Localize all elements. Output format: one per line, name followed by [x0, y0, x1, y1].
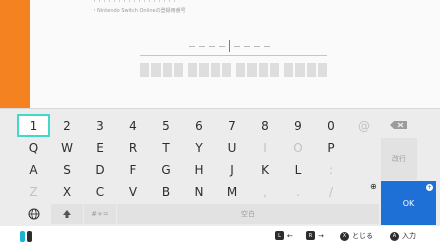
code-boxes: [140, 63, 327, 77]
key-3[interactable]: 3: [84, 114, 116, 137]
key-h[interactable]: H: [183, 158, 215, 181]
hint-input[interactable]: A 入力: [390, 231, 416, 241]
input-area: ・・・・・・・・・・・・・・・・・ ・Nintendo Switch Onlin…: [30, 0, 440, 108]
joycon-icon: [20, 231, 32, 242]
a-button-icon: A: [390, 231, 399, 241]
key-j[interactable]: J: [216, 158, 248, 181]
key-c[interactable]: C: [84, 180, 116, 203]
ok-button[interactable]: OK +: [381, 181, 436, 225]
key-p[interactable]: P: [315, 136, 347, 159]
key-m[interactable]: M: [216, 180, 248, 203]
language-key[interactable]: [17, 204, 50, 224]
side-accent-bar: [0, 0, 30, 108]
key-2[interactable]: 2: [51, 114, 83, 137]
plus-button-icon: ⊕: [370, 182, 377, 191]
key-4[interactable]: 4: [117, 114, 149, 137]
key-d[interactable]: D: [84, 158, 116, 181]
key-a[interactable]: A: [17, 158, 50, 181]
key-g[interactable]: G: [150, 158, 182, 181]
key-at[interactable]: @: [348, 114, 380, 137]
key-period[interactable]: .: [282, 180, 314, 203]
code-group-2: [232, 45, 272, 47]
r-button-icon: R: [306, 231, 315, 240]
key-comma[interactable]: ,: [249, 180, 281, 203]
footer-bar: [0, 226, 440, 248]
space-key[interactable]: 空白: [117, 204, 379, 224]
key-slash[interactable]: /: [315, 180, 347, 203]
newline-key[interactable]: 改行: [381, 138, 417, 180]
key-q[interactable]: Q: [17, 136, 50, 159]
key-8[interactable]: 8: [249, 114, 281, 137]
code-box-group: [236, 63, 279, 77]
key-y[interactable]: Y: [183, 136, 215, 159]
x-button-icon: X: [340, 231, 349, 241]
key-l[interactable]: L: [282, 158, 314, 181]
key-1[interactable]: 1: [17, 114, 50, 137]
code-group-1: [187, 45, 227, 47]
symbols-key[interactable]: #+=: [84, 204, 116, 224]
code-box-group: [284, 63, 327, 77]
key-6[interactable]: 6: [183, 114, 215, 137]
key-e[interactable]: E: [84, 136, 116, 159]
backspace-icon: [390, 121, 407, 129]
key-t[interactable]: T: [150, 136, 182, 159]
ok-label: OK: [402, 198, 415, 208]
key-u[interactable]: U: [216, 136, 248, 159]
globe-icon: [28, 208, 39, 220]
key-z[interactable]: Z: [17, 180, 50, 203]
code-box-group: [188, 63, 231, 77]
key-s[interactable]: S: [51, 158, 83, 181]
key-b[interactable]: B: [150, 180, 182, 203]
key-0[interactable]: 0: [315, 114, 347, 137]
hint-close-label: とじる: [352, 232, 373, 240]
key-o[interactable]: O: [282, 136, 314, 159]
key-x[interactable]: X: [51, 180, 83, 203]
description-line-2: ・Nintendo Switch Onlineの登録用番号: [92, 8, 186, 14]
key-i[interactable]: I: [249, 136, 281, 159]
key-n[interactable]: N: [183, 180, 215, 203]
shift-icon: [63, 210, 71, 218]
l-button-icon: L: [275, 231, 284, 240]
key-7[interactable]: 7: [216, 114, 248, 137]
hint-left[interactable]: L ←: [275, 231, 293, 240]
description-line-1: ・・・・・・・・・・・・・・・・・: [92, 0, 178, 5]
hint-right[interactable]: R →: [306, 231, 324, 240]
backspace-key[interactable]: [381, 115, 417, 135]
hint-input-label: 入力: [402, 232, 416, 240]
code-entry-display[interactable]: [187, 40, 272, 52]
key-k[interactable]: K: [249, 158, 281, 181]
key-colon[interactable]: :: [315, 158, 347, 181]
key-w[interactable]: W: [51, 136, 83, 159]
key-f[interactable]: F: [117, 158, 149, 181]
hint-left-label: ←: [287, 231, 293, 240]
key-v[interactable]: V: [117, 180, 149, 203]
hint-right-label: →: [318, 231, 324, 240]
text-cursor: [229, 40, 230, 52]
hint-close[interactable]: X とじる: [340, 231, 373, 241]
key-9[interactable]: 9: [282, 114, 314, 137]
code-box-group: [140, 63, 183, 77]
key-r[interactable]: R: [117, 136, 149, 159]
shift-key[interactable]: [51, 204, 83, 224]
plus-badge-icon: +: [426, 184, 433, 191]
key-5[interactable]: 5: [150, 114, 182, 137]
input-underline: [140, 55, 327, 56]
